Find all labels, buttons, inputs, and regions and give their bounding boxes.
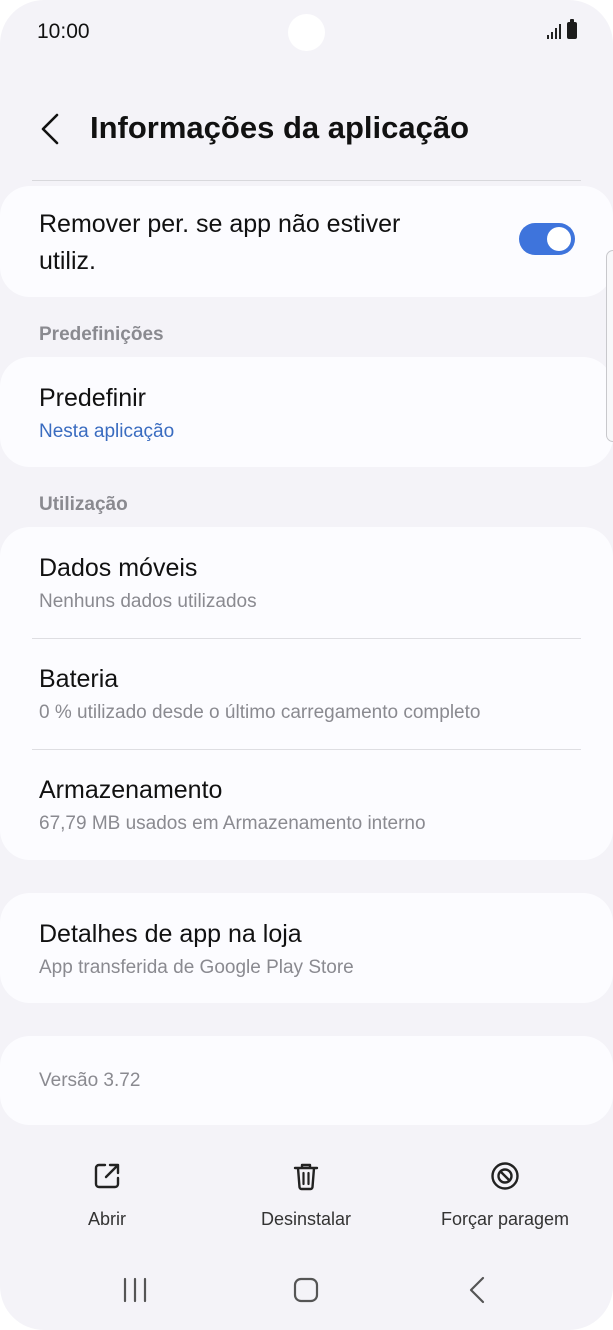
page-title: Informações da aplicação: [90, 110, 470, 145]
status-time: 10:00: [37, 20, 90, 43]
storage-title: Armazenamento: [39, 776, 223, 804]
camera-cutout: [288, 14, 325, 51]
trash-icon: [293, 1163, 319, 1191]
navigation-bar: [0, 1262, 613, 1318]
nav-home-button[interactable]: [276, 1270, 336, 1310]
storage-subtitle: 67,79 MB usados em Armazenamento interno: [39, 813, 426, 834]
battery-subtitle: 0 % utilizado desde o último carregament…: [39, 702, 481, 723]
defaults-card: Predefinir Nesta aplicação: [0, 357, 613, 467]
toggle-knob: [547, 227, 571, 251]
nav-recents-button[interactable]: [105, 1270, 165, 1310]
scrollbar[interactable]: [606, 250, 613, 442]
open-label: Abrir: [87, 1209, 126, 1229]
status-bar: 10:00: [0, 0, 613, 64]
version-label: Versão 3.72: [39, 1070, 141, 1091]
remove-permissions-toggle[interactable]: [519, 223, 575, 255]
mobile-data-title: Dados móveis: [39, 554, 198, 582]
nav-back-icon: [469, 1276, 485, 1304]
signal-icon: [547, 23, 561, 39]
store-details-subtitle: App transferida de Google Play Store: [39, 957, 354, 978]
battery-row[interactable]: Bateria 0 % utilizado desde o último car…: [0, 639, 613, 750]
divider: [32, 180, 581, 181]
version-card: Versão 3.72: [0, 1036, 613, 1125]
mobile-data-subtitle: Nenhuns dados utilizados: [39, 591, 257, 612]
uninstall-button[interactable]: Desinstalar: [246, 1160, 366, 1230]
force-stop-label: Forçar paragem: [440, 1209, 570, 1229]
remove-permissions-label: Remover per. se app não estiver utiliz.: [39, 210, 401, 275]
chevron-left-icon: [41, 113, 59, 145]
status-icons: [547, 19, 577, 39]
storage-row[interactable]: Armazenamento 67,79 MB usados em Armazen…: [0, 750, 613, 860]
header: Informações da aplicação: [0, 96, 613, 162]
home-icon: [293, 1277, 319, 1303]
battery-icon: [567, 19, 577, 39]
section-label-defaults: Predefinições: [39, 324, 164, 345]
recents-icon: [123, 1277, 147, 1303]
mobile-data-row[interactable]: Dados móveis Nenhuns dados utilizados: [0, 527, 613, 638]
stop-circle-icon: [491, 1162, 519, 1190]
uninstall-label: Desinstalar: [260, 1209, 352, 1229]
nav-back-button[interactable]: [448, 1270, 508, 1310]
open-button[interactable]: Abrir: [57, 1160, 157, 1230]
bottom-actions: Abrir Desinstalar Forçar paragem: [0, 1160, 613, 1240]
battery-title: Bateria: [39, 665, 119, 693]
store-details-card: Detalhes de app na loja App transferida …: [0, 893, 613, 1003]
defaults-subtitle: Nesta aplicação: [39, 421, 175, 442]
defaults-row[interactable]: Predefinir Nesta aplicação: [0, 357, 613, 467]
force-stop-button[interactable]: Forçar paragem: [430, 1160, 580, 1230]
store-details-row[interactable]: Detalhes de app na loja App transferida …: [0, 893, 613, 1003]
defaults-title: Predefinir: [39, 384, 146, 412]
usage-card: Dados móveis Nenhuns dados utilizados Ba…: [0, 527, 613, 860]
store-details-title: Detalhes de app na loja: [39, 920, 302, 948]
phone-screen: 10:00 Informações da aplicação Remover p…: [0, 0, 613, 1330]
section-label-usage: Utilização: [39, 494, 128, 515]
back-button[interactable]: [30, 106, 70, 152]
external-link-icon: [94, 1163, 120, 1189]
